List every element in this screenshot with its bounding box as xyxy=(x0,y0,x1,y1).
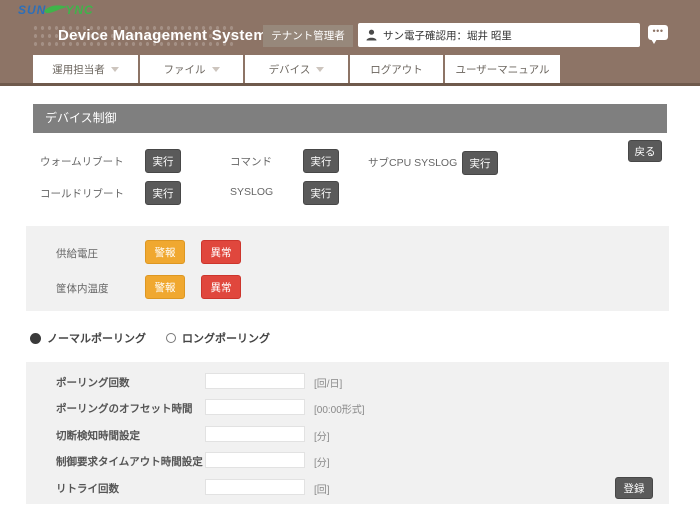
exec-cold-reboot-button[interactable]: 実行 xyxy=(145,181,181,205)
control-timeout-input[interactable] xyxy=(205,452,305,468)
radio-normal-polling[interactable]: ノーマルポーリング xyxy=(30,330,146,346)
role-badge: テナント管理者 xyxy=(263,25,353,47)
radio-label: ロングポーリング xyxy=(182,330,270,346)
cmd-label-subcpu-syslog: サブCPU SYSLOG xyxy=(368,155,457,170)
exec-subcpu-syslog-button[interactable]: 実行 xyxy=(462,151,498,175)
supply-voltage-warn-button[interactable]: 警報 xyxy=(145,240,185,264)
radio-label: ノーマルポーリング xyxy=(47,330,146,346)
chevron-down-icon xyxy=(316,67,324,72)
cmd-label-command: コマンド xyxy=(230,154,272,169)
app: SUN YNC Device Management System テナント管理者… xyxy=(0,0,700,513)
nav-item-operators[interactable]: 運用担当者 xyxy=(33,55,138,83)
nav-item-devices[interactable]: デバイス xyxy=(245,55,348,83)
supply-voltage-error-button[interactable]: 異常 xyxy=(201,240,241,264)
exec-syslog-button[interactable]: 実行 xyxy=(303,181,339,205)
field-unit-disconnect-detect: [分] xyxy=(314,428,330,443)
radio-long-polling[interactable]: ロングポーリング xyxy=(166,330,270,346)
cmd-label-cold-reboot: コールドリブート xyxy=(40,186,124,201)
nav-label: ファイル xyxy=(164,62,206,77)
chassis-temp-warn-button[interactable]: 警報 xyxy=(145,275,185,299)
chat-bubble-icon[interactable] xyxy=(648,25,668,40)
field-label-disconnect-detect: 切断検知時間設定 xyxy=(56,428,140,443)
header-underline xyxy=(0,83,700,86)
alarm-label-supply-voltage: 供給電圧 xyxy=(56,246,98,261)
field-label-polling-offset: ポーリングのオフセット時間 xyxy=(56,401,193,416)
field-unit-polling-count: [回/日] xyxy=(314,375,342,390)
back-button[interactable]: 戻る xyxy=(628,140,662,162)
nav-item-files[interactable]: ファイル xyxy=(140,55,243,83)
exec-command-button[interactable]: 実行 xyxy=(303,149,339,173)
nav-label: 運用担当者 xyxy=(52,62,105,77)
field-label-retry-count: リトライ回数 xyxy=(56,481,119,496)
radio-unselected-icon xyxy=(166,333,176,343)
polling-count-input[interactable] xyxy=(205,373,305,389)
disconnect-detect-input[interactable] xyxy=(205,426,305,442)
nav-label: ユーザーマニュアル xyxy=(456,62,550,77)
register-button[interactable]: 登録 xyxy=(615,477,653,499)
retry-count-input[interactable] xyxy=(205,479,305,495)
user-icon xyxy=(366,29,377,41)
user-display-name: サン電子確認用：堀井 昭里 xyxy=(383,28,512,43)
cmd-label-warm-reboot: ウォームリブート xyxy=(40,154,124,169)
field-label-control-timeout: 制御要求タイムアウト時間設定 xyxy=(56,454,203,469)
radio-selected-icon xyxy=(30,333,41,344)
nav-label: ログアウト xyxy=(370,62,423,77)
user-account-box[interactable]: サン電子確認用：堀井 昭里 xyxy=(358,23,640,47)
alarm-label-chassis-temp: 筐体内温度 xyxy=(56,281,109,296)
chevron-down-icon xyxy=(212,67,220,72)
logo-sun-text: SUN xyxy=(18,3,46,17)
cmd-label-syslog: SYSLOG xyxy=(230,186,273,198)
chevron-down-icon xyxy=(111,67,119,72)
field-unit-polling-offset: [00:00形式] xyxy=(314,401,365,416)
nav-item-logout[interactable]: ログアウト xyxy=(350,55,443,83)
field-unit-retry-count: [回] xyxy=(314,481,330,496)
logo-ync-text: YNC xyxy=(65,3,93,17)
alarm-panel: 供給電圧 警報 異常 筐体内温度 警報 異常 xyxy=(26,226,669,311)
polling-settings-panel: ポーリング回数 [回/日] ポーリングのオフセット時間 [00:00形式] 切断… xyxy=(26,362,669,504)
polling-mode-group: ノーマルポーリング ロングポーリング xyxy=(30,330,270,346)
polling-offset-input[interactable] xyxy=(205,399,305,415)
nav-item-user-manual[interactable]: ユーザーマニュアル xyxy=(445,55,560,83)
field-label-polling-count: ポーリング回数 xyxy=(56,375,130,390)
exec-warm-reboot-button[interactable]: 実行 xyxy=(145,149,181,173)
app-title: Device Management System xyxy=(58,27,267,44)
chassis-temp-error-button[interactable]: 異常 xyxy=(201,275,241,299)
page-title: デバイス制御 xyxy=(33,104,667,133)
logo: SUN YNC xyxy=(18,3,94,17)
field-unit-control-timeout: [分] xyxy=(314,454,330,469)
nav-label: デバイス xyxy=(269,62,311,77)
